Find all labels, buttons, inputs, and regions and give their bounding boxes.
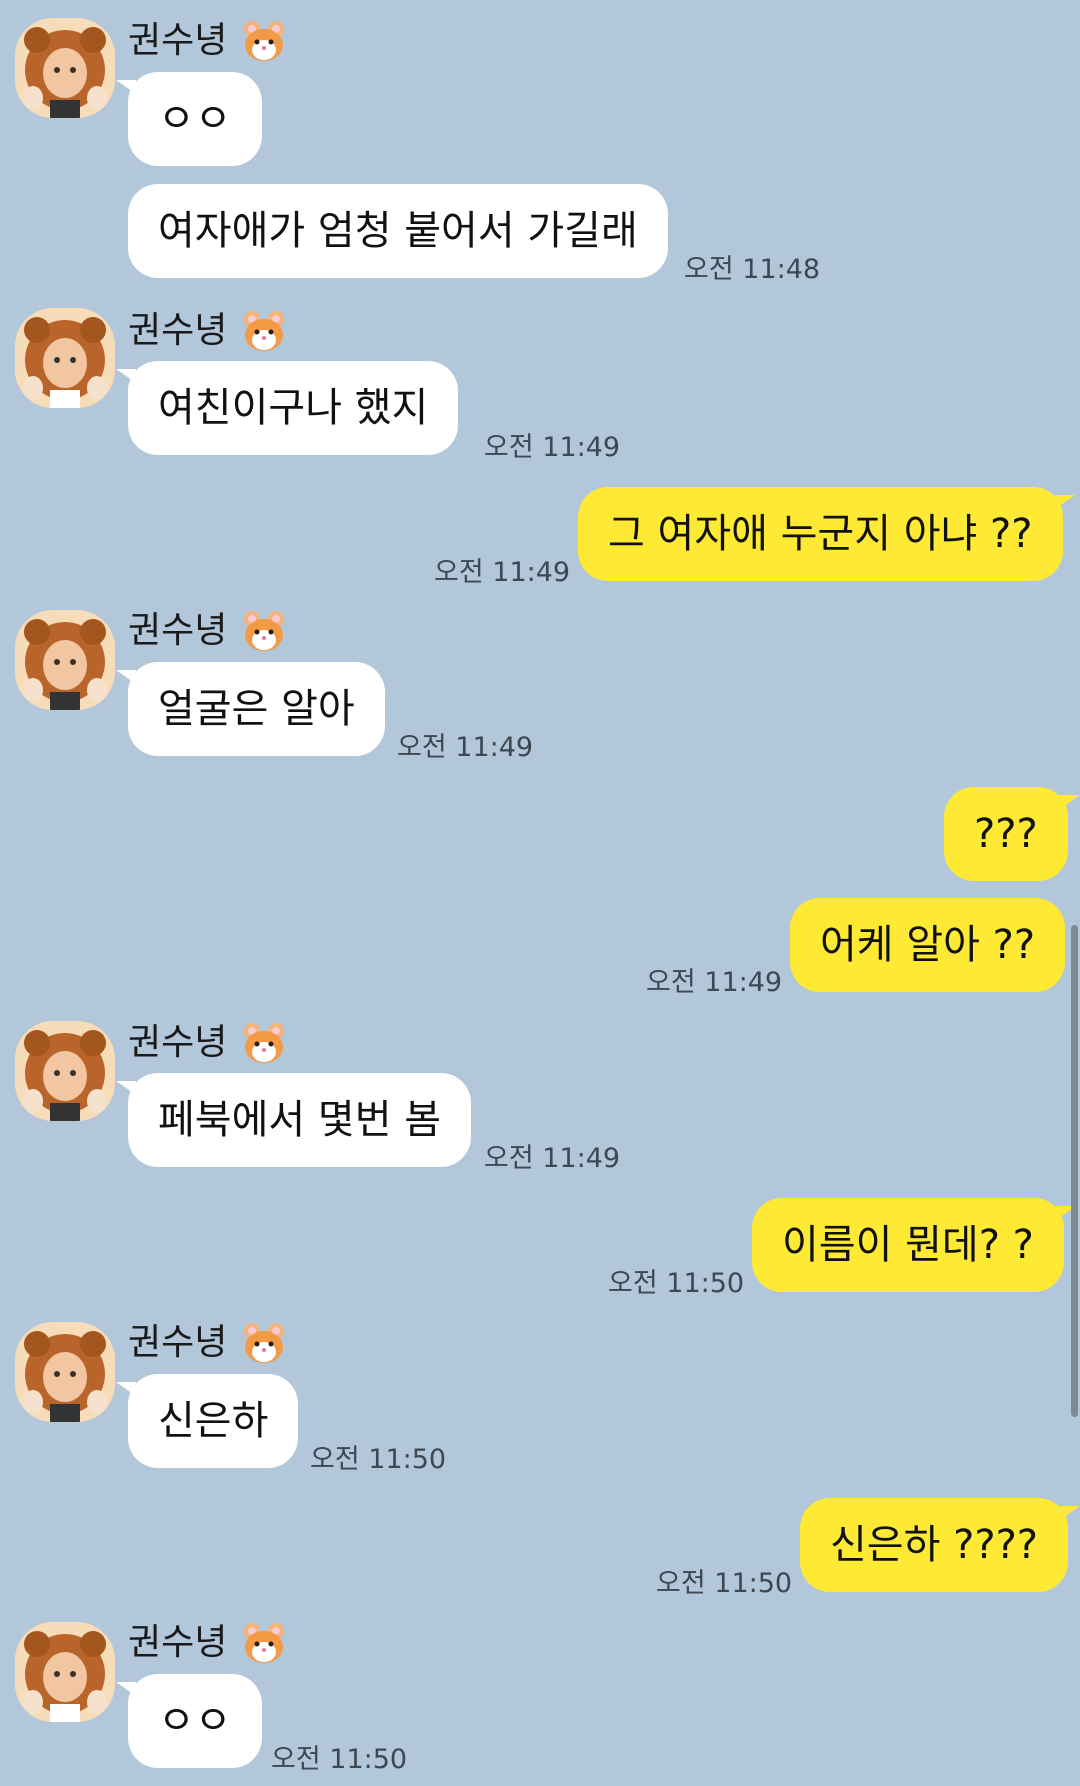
sender-name: 권수녕 xyxy=(128,16,287,66)
sender-name: 권수녕 xyxy=(128,606,287,656)
scrollbar[interactable] xyxy=(1071,925,1078,1417)
sender-name-text: 권수녕 xyxy=(128,1622,228,1663)
message-timestamp: 오전 11:49 xyxy=(397,732,534,763)
chat-view[interactable]: 권수녕 ㅇㅇ 여자애가 엄청 붙어서 가길래 오전 11:48 권수녕 여친이구… xyxy=(0,0,1080,1786)
sender-name: 권수녕 xyxy=(128,1318,287,1368)
hamster-icon xyxy=(241,1320,287,1366)
message-timestamp: 오전 11:50 xyxy=(310,1444,447,1475)
hamster-icon xyxy=(241,1020,287,1066)
message-timestamp: 오전 11:49 xyxy=(484,1143,621,1174)
incoming-message-bubble[interactable]: ㅇㅇ xyxy=(116,72,262,166)
message-timestamp: 오전 11:49 xyxy=(434,557,571,588)
sender-name: 권수녕 xyxy=(128,306,287,356)
sender-avatar[interactable] xyxy=(15,18,115,118)
incoming-message-bubble[interactable]: 페북에서 몇번 봄 xyxy=(115,1073,472,1167)
sender-name: 권수녕 xyxy=(128,1618,287,1668)
sender-avatar[interactable] xyxy=(15,610,115,710)
sender-avatar[interactable] xyxy=(15,1322,115,1422)
sender-name-text: 권수녕 xyxy=(128,1322,228,1363)
hamster-icon xyxy=(241,308,287,354)
hamster-icon xyxy=(241,1620,287,1666)
outgoing-message-bubble[interactable]: 그 여자애 누군지 아냐 ?? xyxy=(578,487,1075,581)
incoming-message-bubble[interactable]: 얼굴은 알아 xyxy=(116,662,385,756)
sender-name-text: 권수녕 xyxy=(128,310,228,351)
outgoing-message-bubble[interactable]: 신은하 ???? xyxy=(800,1498,1080,1592)
message-timestamp: 오전 11:49 xyxy=(484,432,621,463)
sender-avatar[interactable] xyxy=(15,1021,115,1121)
outgoing-message-bubble[interactable]: 어케 알아 ?? xyxy=(790,898,1066,992)
message-timestamp: 오전 11:50 xyxy=(271,1744,408,1775)
sender-name-text: 권수녕 xyxy=(128,1022,228,1063)
outgoing-message-bubble[interactable]: ??? xyxy=(944,787,1080,881)
incoming-message-bubble[interactable]: 신은하 xyxy=(115,1374,299,1468)
incoming-message-bubble[interactable]: ㅇㅇ xyxy=(116,1674,262,1768)
hamster-icon xyxy=(241,18,287,64)
message-timestamp: 오전 11:50 xyxy=(656,1568,793,1599)
message-timestamp: 오전 11:50 xyxy=(608,1268,745,1299)
incoming-message-bubble[interactable]: 여친이구나 했지 xyxy=(115,361,459,455)
sender-avatar[interactable] xyxy=(15,1622,115,1722)
message-timestamp: 오전 11:48 xyxy=(684,254,821,285)
sender-name-text: 권수녕 xyxy=(128,610,228,651)
outgoing-message-bubble[interactable]: 이름이 뭔데? ? xyxy=(752,1198,1076,1292)
sender-name-text: 권수녕 xyxy=(128,20,228,61)
sender-avatar[interactable] xyxy=(15,308,115,408)
hamster-icon xyxy=(241,608,287,654)
incoming-message-bubble[interactable]: 여자애가 엄청 붙어서 가길래 xyxy=(128,184,668,278)
message-timestamp: 오전 11:49 xyxy=(646,967,783,998)
sender-name: 권수녕 xyxy=(128,1018,287,1068)
